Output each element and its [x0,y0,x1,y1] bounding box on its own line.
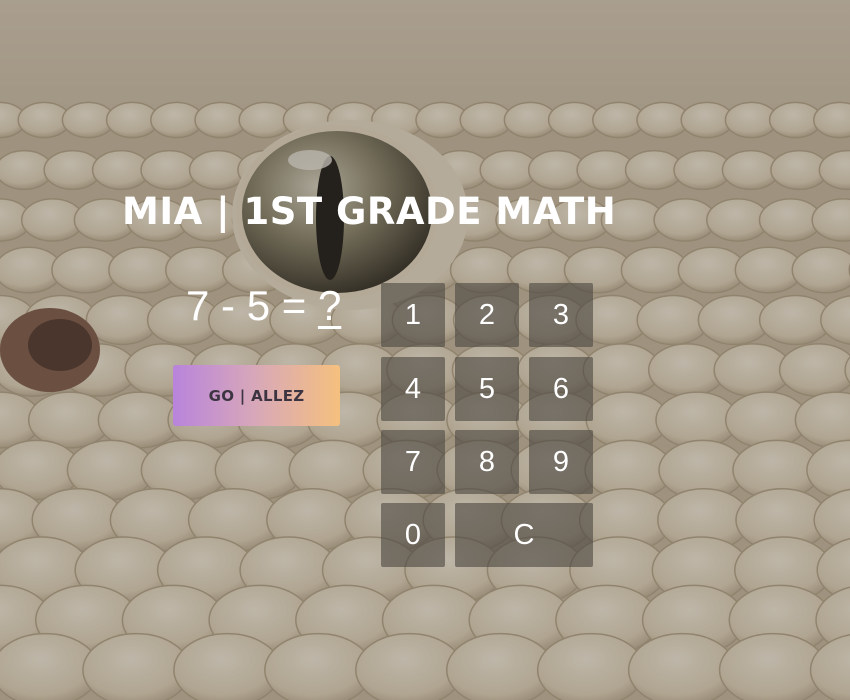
page-title: MIA | 1ST GRADE MATH [122,190,617,233]
key-2[interactable]: 2 [455,283,519,347]
answer-field: ? [317,282,342,329]
key-6[interactable]: 6 [529,357,593,421]
operator: - [221,282,236,329]
key-8[interactable]: 8 [455,430,519,494]
key-9[interactable]: 9 [529,430,593,494]
key-4[interactable]: 4 [381,357,445,421]
number-keypad: 1 2 3 4 5 6 7 8 9 0 C [381,283,593,567]
go-button[interactable]: GO | ALLEZ [173,365,340,426]
equals-sign: = [281,282,307,329]
key-1[interactable]: 1 [381,283,445,347]
key-7[interactable]: 7 [381,430,445,494]
key-3[interactable]: 3 [529,283,593,347]
key-5[interactable]: 5 [455,357,519,421]
key-0[interactable]: 0 [381,503,445,567]
clear-key[interactable]: C [455,503,593,567]
operand-a: 7 [186,282,210,329]
operand-b: 5 [246,282,271,329]
math-problem: 7 - 5 = ? [186,282,341,330]
